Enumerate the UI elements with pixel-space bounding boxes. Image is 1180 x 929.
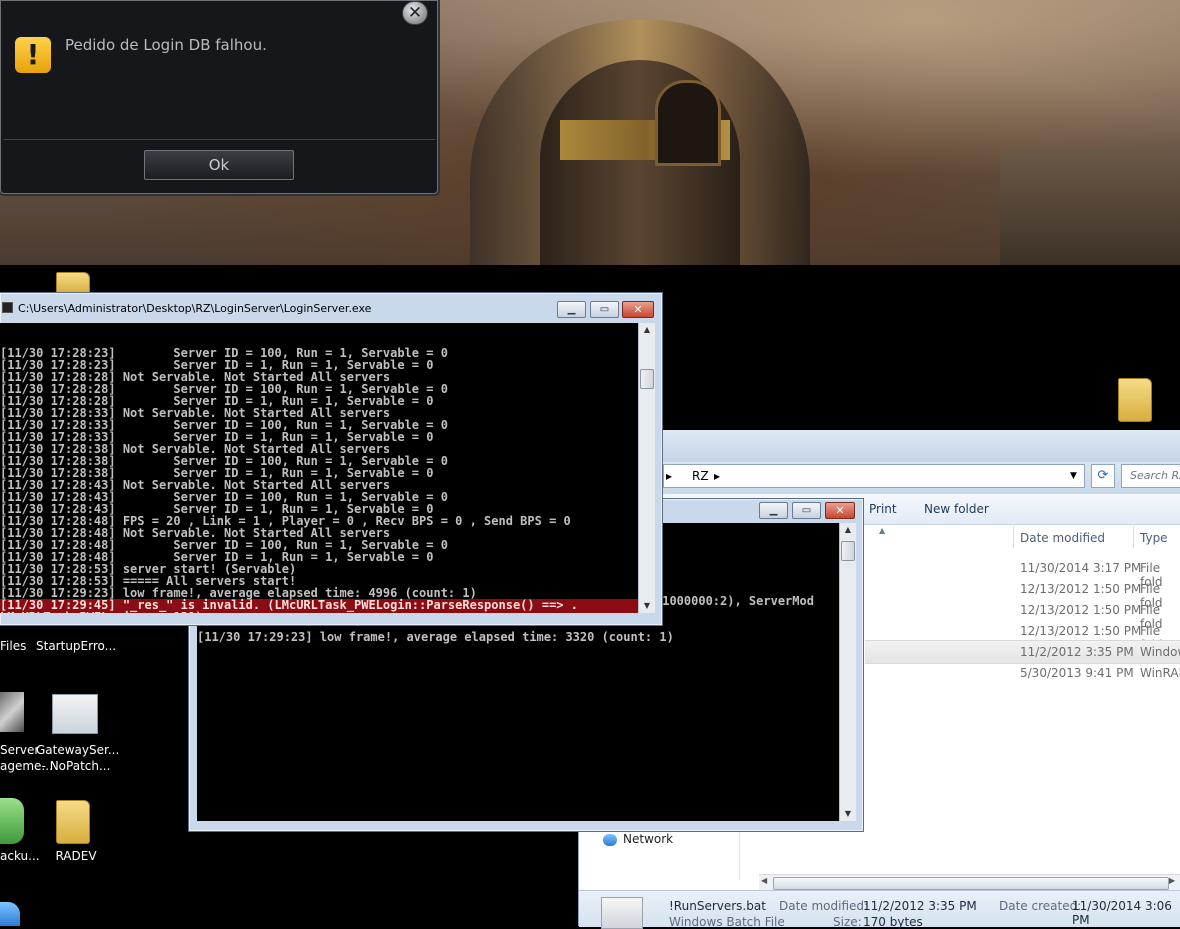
scroll-down-icon[interactable]: ▼ bbox=[840, 807, 856, 821]
address-bar[interactable]: ▸ RZ ▸ ▼ bbox=[663, 464, 1085, 488]
window-title: C:\Users\Administrator\Desktop\RZ\LoginS… bbox=[18, 302, 372, 315]
row-date-modified: 11/30/2014 3:17 PM bbox=[1020, 561, 1142, 575]
details-pane: !RunServers.bat Windows Batch File Date … bbox=[579, 890, 1180, 929]
row-date-modified: 5/30/2013 9:41 PM bbox=[1020, 666, 1134, 680]
batch-file-gear-icon bbox=[601, 897, 643, 929]
console-app-icon bbox=[2, 302, 13, 313]
desktop-icon-label-gatewayserver[interactable]: GatewaySer... - NoPatch... bbox=[36, 742, 119, 774]
row-date-modified: 12/13/2012 1:50 PM bbox=[1020, 624, 1142, 638]
dialog-close-icon[interactable]: ✕ bbox=[402, 1, 428, 25]
server-tools-icon[interactable] bbox=[0, 692, 24, 732]
breadcrumb-chevron-icon[interactable]: ▸ bbox=[714, 465, 720, 487]
network-globe-icon[interactable] bbox=[0, 902, 20, 926]
dialog-divider bbox=[3, 139, 435, 140]
details-modified-label: Date modified: bbox=[779, 899, 869, 913]
scroll-right-icon[interactable]: ▶ bbox=[1169, 876, 1175, 885]
close-button[interactable]: ✕ bbox=[622, 301, 654, 318]
gateway-server-icon[interactable] bbox=[52, 694, 98, 734]
column-divider bbox=[1133, 526, 1134, 548]
column-header-date-modified[interactable]: Date modified bbox=[1020, 531, 1105, 545]
console-line: [11/30 17:29:23] low frame!, average ela… bbox=[197, 630, 674, 644]
details-filename: !RunServers.bat bbox=[669, 899, 766, 913]
address-dropdown-icon[interactable]: ▼ bbox=[1070, 465, 1077, 487]
game-pillar-art bbox=[1000, 150, 1180, 265]
details-filetype: Windows Batch File bbox=[669, 915, 785, 929]
details-size-label: Size: bbox=[833, 915, 862, 929]
radev-folder-icon[interactable] bbox=[56, 800, 90, 844]
vertical-scrollbar[interactable]: ▲ ▼ bbox=[638, 323, 655, 613]
scrollbar-thumb[interactable] bbox=[640, 369, 654, 389]
print-button[interactable]: Print bbox=[869, 502, 897, 516]
row-date-modified: 11/2/2012 3:35 PM bbox=[1020, 645, 1134, 659]
scrollbar-thumb[interactable] bbox=[841, 541, 855, 561]
maximize-button[interactable]: ▭ bbox=[590, 301, 619, 318]
row-date-modified: 12/13/2012 1:50 PM bbox=[1020, 582, 1142, 596]
details-size-value: 170 bytes bbox=[863, 915, 923, 929]
explorer-title-bar bbox=[579, 430, 1180, 462]
scroll-up-icon[interactable]: ▲ bbox=[639, 323, 655, 337]
breadcrumb-rz[interactable]: RZ bbox=[692, 465, 709, 487]
game-window-art bbox=[655, 80, 721, 166]
warning-icon: ! bbox=[15, 37, 51, 73]
details-created-value: 11/30/2014 3:06 PM bbox=[1072, 899, 1172, 927]
folder-icon[interactable] bbox=[56, 272, 90, 294]
details-modified-value: 11/2/2012 3:35 PM bbox=[863, 899, 977, 913]
desktop-icon-label-radev[interactable]: RADEV bbox=[36, 848, 116, 864]
maximize-button[interactable]: ▭ bbox=[792, 502, 821, 519]
row-date-modified: 12/13/2012 1:50 PM bbox=[1020, 603, 1142, 617]
breadcrumb-chevron-icon[interactable]: ▸ bbox=[666, 465, 672, 487]
desktop-icon-label-backup[interactable]: acku... bbox=[0, 848, 40, 864]
row-type: Window bbox=[1140, 645, 1180, 659]
vertical-scrollbar[interactable]: ▲ ▼ bbox=[839, 523, 856, 821]
backup-database-icon[interactable] bbox=[0, 798, 24, 844]
scroll-down-icon[interactable]: ▼ bbox=[639, 599, 655, 613]
refresh-icon[interactable]: ⟳ bbox=[1091, 464, 1115, 488]
desktop-icon-label-server-management[interactable]: Server ageme... bbox=[0, 742, 53, 774]
scroll-left-icon[interactable]: ◀ bbox=[761, 876, 767, 885]
dialog-message: Pedido de Login DB falhou. bbox=[65, 36, 267, 54]
nav-item-network[interactable]: Network bbox=[623, 832, 673, 846]
column-divider bbox=[1013, 526, 1014, 548]
console-line: (1000000:2), ServerMod bbox=[655, 594, 814, 608]
minimize-button[interactable]: ▁ bbox=[759, 502, 788, 519]
row-type: WinRAR bbox=[1140, 666, 1180, 680]
console-window-loginserver: C:\Users\Administrator\Desktop\RZ\LoginS… bbox=[0, 292, 663, 626]
horizontal-scrollbar[interactable]: ◀ ▶ bbox=[759, 874, 1180, 891]
close-button[interactable]: ✕ bbox=[825, 502, 855, 519]
folder-icon[interactable] bbox=[1118, 378, 1152, 422]
desktop-icon-label-files[interactable]: Files bbox=[0, 638, 28, 654]
search-input[interactable]: Search RZ bbox=[1121, 464, 1180, 488]
column-header-type[interactable]: Type bbox=[1140, 531, 1168, 545]
network-icon bbox=[603, 834, 617, 846]
sort-arrow-icon: ▲ bbox=[879, 526, 886, 535]
scrollbar-thumb[interactable] bbox=[773, 877, 1169, 890]
desktop-icon-label-startuperror[interactable]: StartupErro... bbox=[36, 638, 116, 654]
console-lines: [11/30 17:28:23] Server ID = 100, Run = … bbox=[0, 347, 638, 613]
ok-button[interactable]: Ok bbox=[144, 150, 294, 180]
details-created-label: Date created: bbox=[999, 899, 1082, 913]
login-error-dialog: ✕ ! Pedido de Login DB falhou. Ok bbox=[0, 0, 438, 194]
minimize-button[interactable]: ▁ bbox=[557, 301, 586, 318]
new-folder-button[interactable]: New folder bbox=[924, 502, 989, 516]
scroll-up-icon[interactable]: ▲ bbox=[840, 523, 856, 537]
console-output-main: [11/30 17:28:23] Server ID = 100, Run = … bbox=[0, 323, 638, 613]
